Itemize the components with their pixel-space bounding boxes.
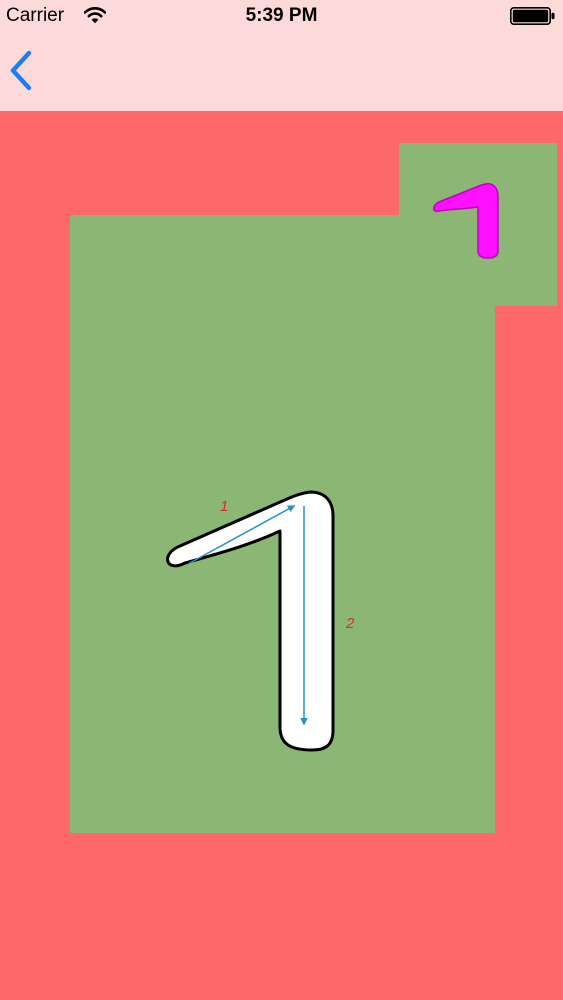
tracing-board[interactable]: 1 2 <box>70 215 495 833</box>
tracing-digit-one: 1 2 <box>166 490 355 752</box>
battery-icon <box>510 7 555 25</box>
navigation-bar <box>0 34 563 111</box>
preview-tile[interactable] <box>399 143 557 306</box>
stroke-label-one: 1 <box>220 498 228 515</box>
clock: 5:39 PM <box>245 5 318 26</box>
content-area: 1 2 <box>0 111 563 1000</box>
preview-digit-one <box>433 183 499 259</box>
status-bar: Carrier 5:39 PM <box>0 0 563 34</box>
preview-digit-shape <box>433 183 499 259</box>
back-button[interactable] <box>2 46 46 98</box>
stroke-label-two: 2 <box>345 615 355 632</box>
chevron-left-icon <box>10 50 32 91</box>
